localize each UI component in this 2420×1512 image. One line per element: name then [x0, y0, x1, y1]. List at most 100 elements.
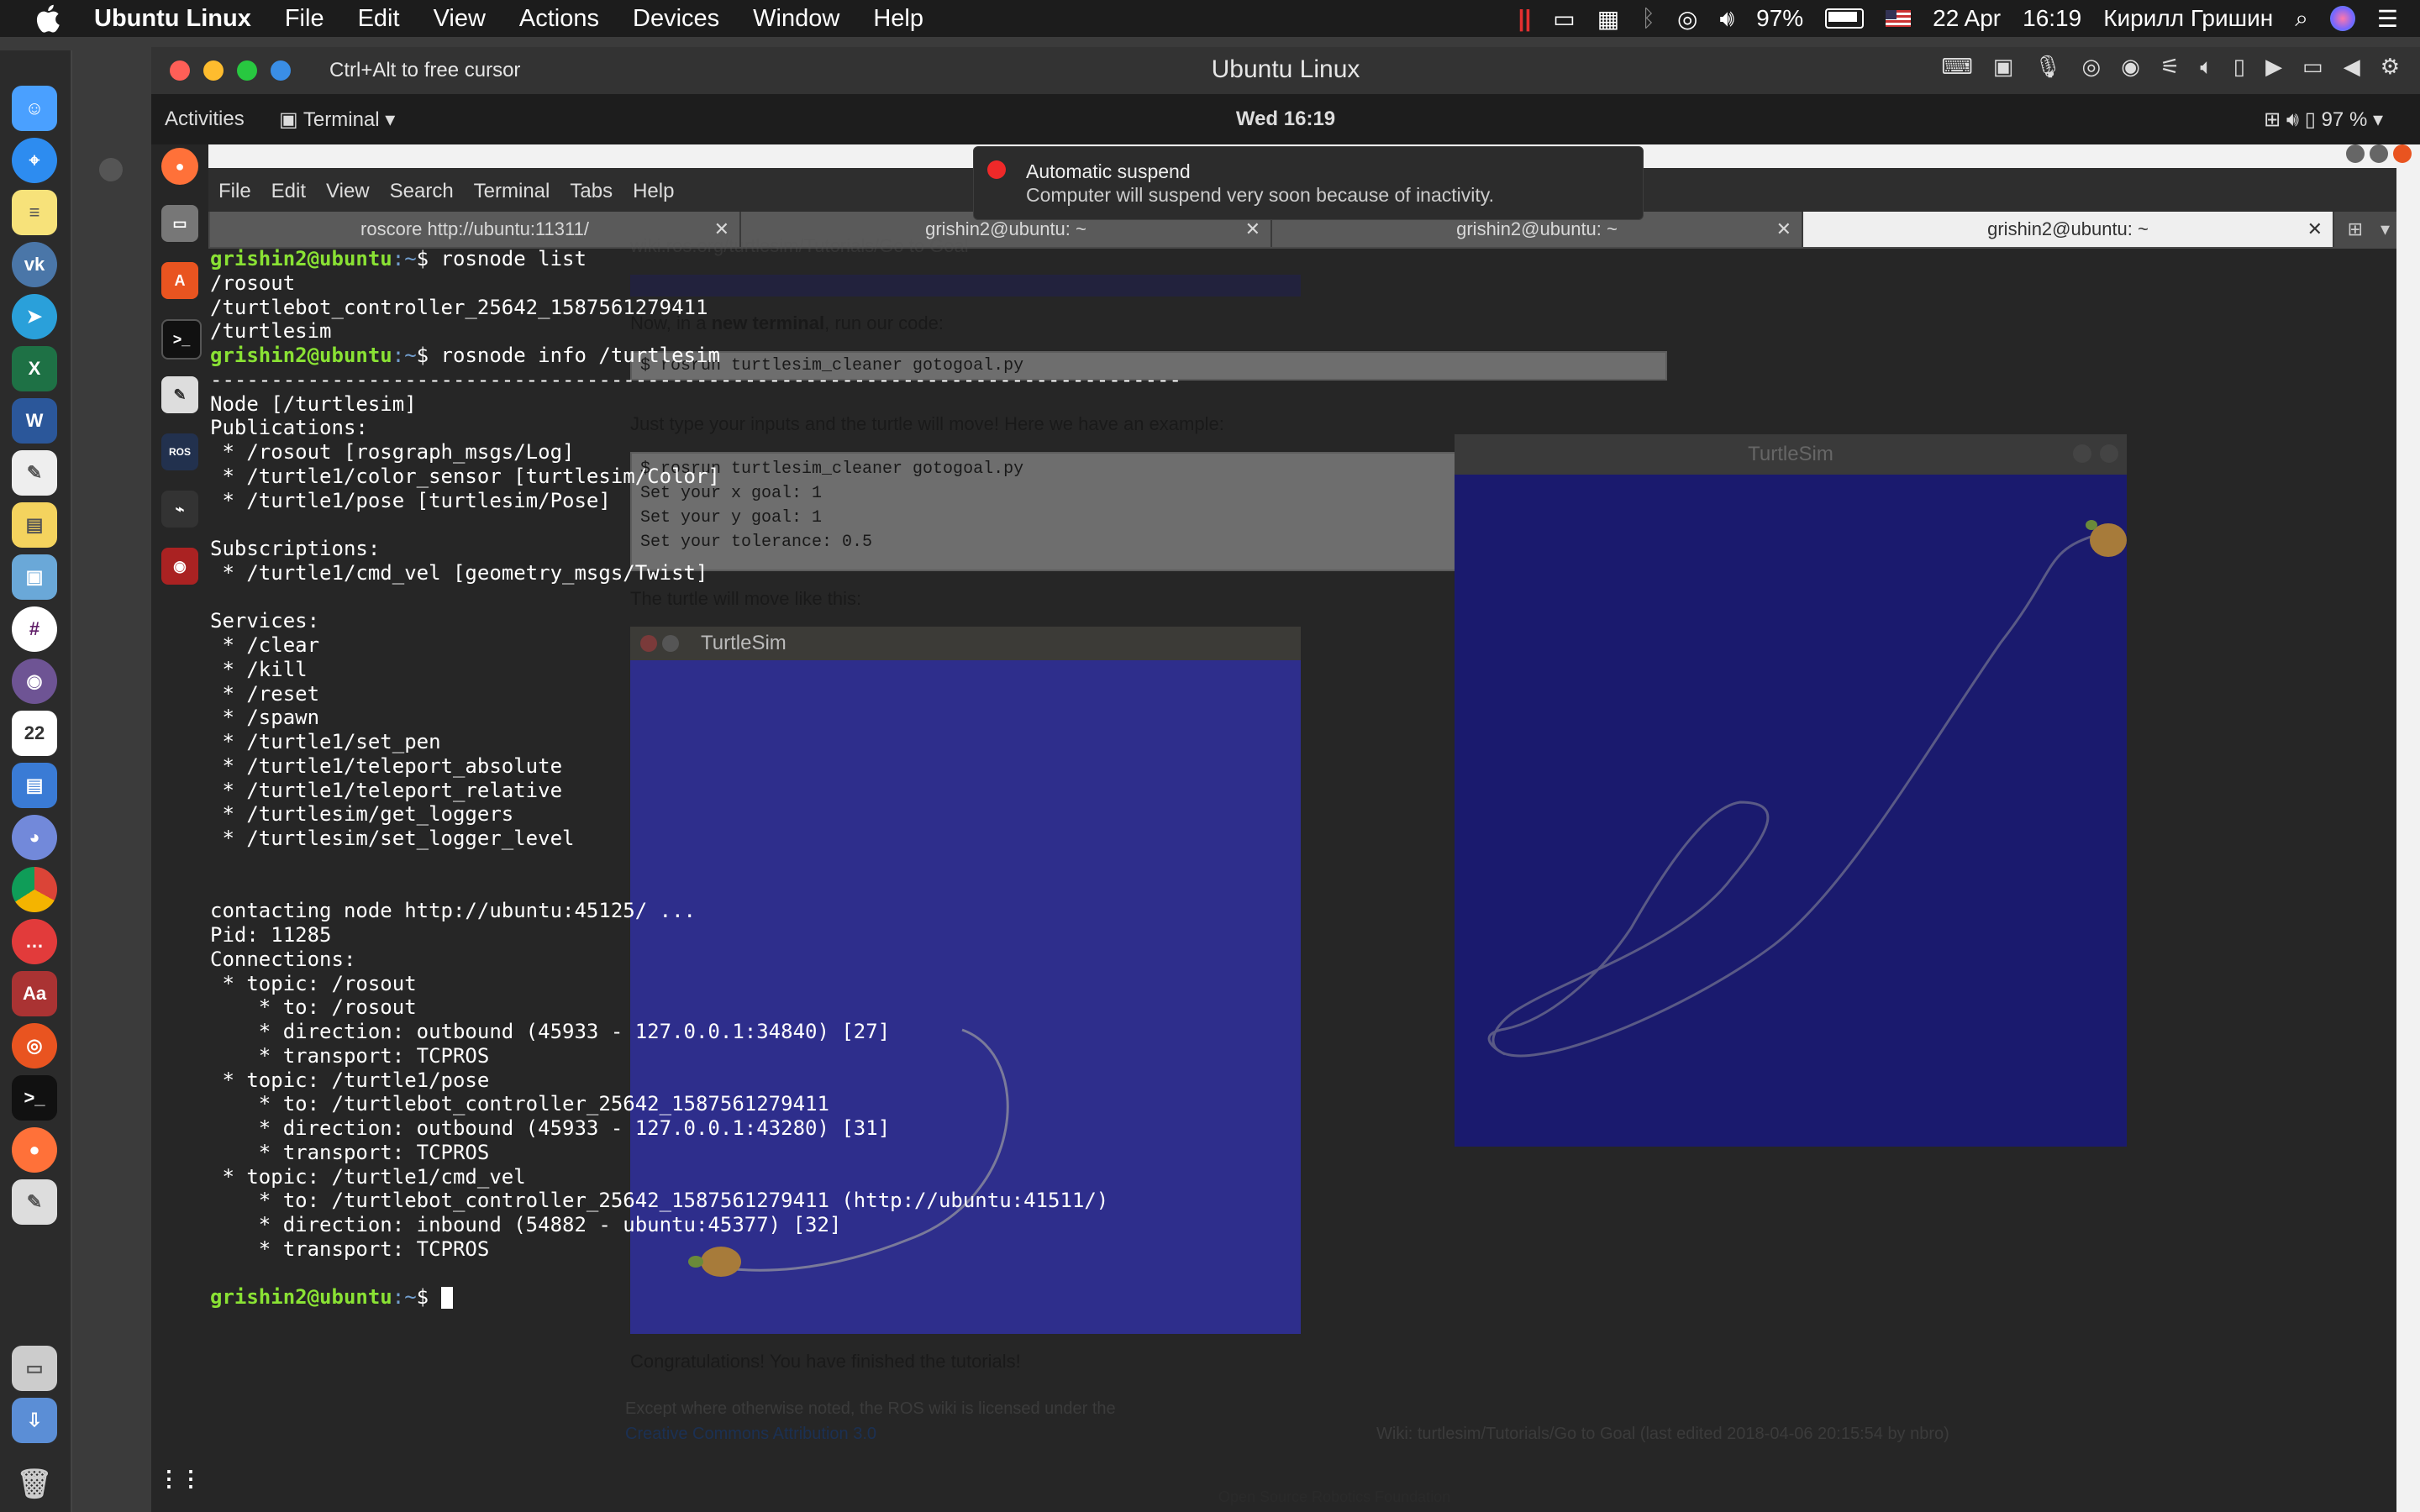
prompt: grishin2@ubuntu	[210, 344, 392, 367]
back-icon[interactable]: ◀	[2344, 54, 2360, 81]
network-tray-icon: ⊞	[2264, 108, 2286, 131]
downloads-dock-icon[interactable]: ⇩	[12, 1398, 57, 1443]
firefox-dock-icon[interactable]: ●	[12, 1127, 57, 1173]
ff-close-tab-icon[interactable]	[99, 158, 123, 181]
volume-icon[interactable]: 🔊︎	[1719, 5, 1734, 33]
monitor-launcher-icon[interactable]: ⌁	[161, 491, 198, 528]
chrome-icon[interactable]	[12, 867, 57, 912]
close-tab-icon[interactable]: ✕	[2307, 212, 2323, 247]
mic-icon[interactable]: 🎙︎	[2033, 54, 2061, 81]
camera-icon[interactable]: ▶	[2265, 54, 2282, 81]
slack-icon[interactable]: #	[12, 606, 57, 652]
texteditor-launcher-icon[interactable]: ✎	[161, 376, 198, 413]
footer-link[interactable]: Creative Commons Attribution 3.0	[625, 1425, 876, 1444]
menu-edit[interactable]: Edit	[358, 5, 400, 33]
trash-icon[interactable]: 🗑︎	[12, 1462, 57, 1507]
settings-icon[interactable]: ⚙	[2381, 54, 2400, 81]
turtle-trajectory	[1487, 520, 2127, 1058]
parallels-icon[interactable]: ||	[1518, 5, 1532, 32]
battery-icon[interactable]	[1825, 8, 1865, 29]
close-icon[interactable]	[2100, 444, 2118, 463]
chip-icon[interactable]: ▣	[1993, 54, 2014, 81]
term-menu-file[interactable]: File	[218, 180, 251, 203]
menu-help[interactable]: Help	[873, 5, 923, 33]
ubuntu-icon[interactable]: ◎	[12, 1023, 57, 1068]
screenshot-launcher-icon[interactable]: ◉	[161, 548, 198, 585]
finder-icon[interactable]: ☺	[12, 86, 57, 131]
network-icon[interactable]: ⚟	[2160, 54, 2180, 81]
time[interactable]: 16:19	[2023, 5, 2081, 32]
screen-icon[interactable]: ▭	[1553, 5, 1575, 33]
excel-icon[interactable]: X	[12, 346, 57, 391]
dictionary-icon[interactable]: Aa	[12, 971, 57, 1016]
terminal-dock-icon[interactable]: >_	[12, 1075, 57, 1121]
term-menu-view[interactable]: View	[326, 180, 370, 203]
show-apps-icon[interactable]: ⋮⋮	[158, 1460, 202, 1497]
term-menu-terminal[interactable]: Terminal	[474, 180, 550, 203]
textedit-icon[interactable]: ✎	[12, 450, 57, 496]
minimize-icon[interactable]	[2073, 444, 2091, 463]
maximize-window-icon[interactable]	[2370, 144, 2388, 163]
menu-actions[interactable]: Actions	[519, 5, 599, 33]
notification-popup[interactable]: Automatic suspend Computer will suspend …	[973, 146, 1644, 220]
turtlesim-canvas	[1455, 475, 2127, 1147]
discord-icon[interactable]: ◕	[12, 815, 57, 860]
parallels-app-icon[interactable]: ▤	[12, 763, 57, 808]
word-icon[interactable]: W	[12, 398, 57, 444]
paragraph: Congratulations! You have finished the t…	[630, 1351, 1021, 1372]
terminal-output: grishin2@ubuntu:~$ rosnode list /rosout …	[210, 247, 1181, 1310]
telegram-icon[interactable]: ➤	[12, 294, 57, 339]
safari-icon[interactable]: ⌖	[12, 138, 57, 183]
new-tab-icon[interactable]: ⊞	[2348, 218, 2363, 240]
sound-icon[interactable]: 🔈︎	[2200, 54, 2213, 81]
minimize-window-icon[interactable]	[2346, 144, 2365, 163]
github-icon[interactable]: ◉	[12, 659, 57, 704]
messages-icon[interactable]: …	[12, 919, 57, 964]
close-window-icon[interactable]	[2393, 144, 2412, 163]
term-menu-edit[interactable]: Edit	[271, 180, 306, 203]
grid-icon[interactable]: ▦	[1597, 5, 1619, 33]
term-menu-tabs[interactable]: Tabs	[570, 180, 613, 203]
preview-icon[interactable]: ▣	[12, 554, 57, 600]
notification-body: Computer will suspend very soon because …	[1026, 184, 1494, 206]
stickies-icon[interactable]: ▤	[12, 502, 57, 548]
siri-icon[interactable]	[2329, 6, 2355, 31]
terminal-launcher-icon[interactable]: >_	[161, 319, 202, 360]
ros-launcher-icon[interactable]: ROS	[161, 433, 198, 470]
bluetooth-icon[interactable]: ᛒ	[1641, 5, 1655, 32]
warning-icon	[987, 160, 1006, 179]
software-launcher-icon[interactable]: A	[161, 262, 198, 299]
system-tray[interactable]: ⊞ 🔊︎ ▯ 97 % ▾	[2264, 108, 2383, 132]
term-menu-help[interactable]: Help	[633, 180, 674, 203]
prompt-tilde: :~	[392, 1285, 417, 1310]
airplay-icon[interactable]: ◎	[1677, 5, 1697, 33]
folder-icon[interactable]: ▭	[2302, 54, 2323, 81]
keyboard-icon[interactable]: ⌨	[1941, 54, 1973, 81]
menu-view[interactable]: View	[434, 5, 486, 33]
tab-menu-icon[interactable]: ▾	[2381, 218, 2390, 240]
texteditor-dock-icon[interactable]: ✎	[12, 1179, 57, 1225]
usb-icon[interactable]: ▯	[2233, 54, 2245, 81]
apple-icon[interactable]	[34, 3, 66, 34]
files-dock-icon[interactable]: ▭	[12, 1346, 57, 1391]
menu-window[interactable]: Window	[753, 5, 839, 33]
prompt: grishin2@ubuntu	[210, 247, 392, 270]
files-launcher-icon[interactable]: ▭	[161, 205, 198, 242]
term-menu-search[interactable]: Search	[390, 180, 454, 203]
cd-icon[interactable]: ◎	[2082, 54, 2102, 81]
flag-icon[interactable]	[1886, 10, 1912, 27]
app-name[interactable]: Ubuntu Linux	[94, 5, 251, 33]
menu-devices[interactable]: Devices	[633, 5, 719, 33]
search-icon[interactable]: ⌕	[2295, 5, 2308, 33]
notes-icon[interactable]: ≡	[12, 190, 57, 235]
tray-chevron-icon: ▾	[2367, 108, 2383, 131]
notification-center-icon[interactable]: ☰	[2377, 5, 2398, 33]
disk-icon[interactable]: ◉	[2121, 54, 2140, 81]
user-name[interactable]: Кирилл Гришин	[2103, 5, 2273, 32]
firefox-launcher-icon[interactable]: ●	[161, 148, 198, 185]
menu-file[interactable]: File	[285, 5, 324, 33]
calendar-icon[interactable]: 22	[12, 711, 57, 756]
vm-toolbar: ⌨ ▣ 🎙︎ ◎ ◉ ⚟ 🔈︎ ▯ ▶ ▭ ◀ ⚙	[1941, 54, 2400, 81]
clock[interactable]: Wed 16:19	[151, 108, 2420, 131]
vk-icon[interactable]: vk	[12, 242, 57, 287]
